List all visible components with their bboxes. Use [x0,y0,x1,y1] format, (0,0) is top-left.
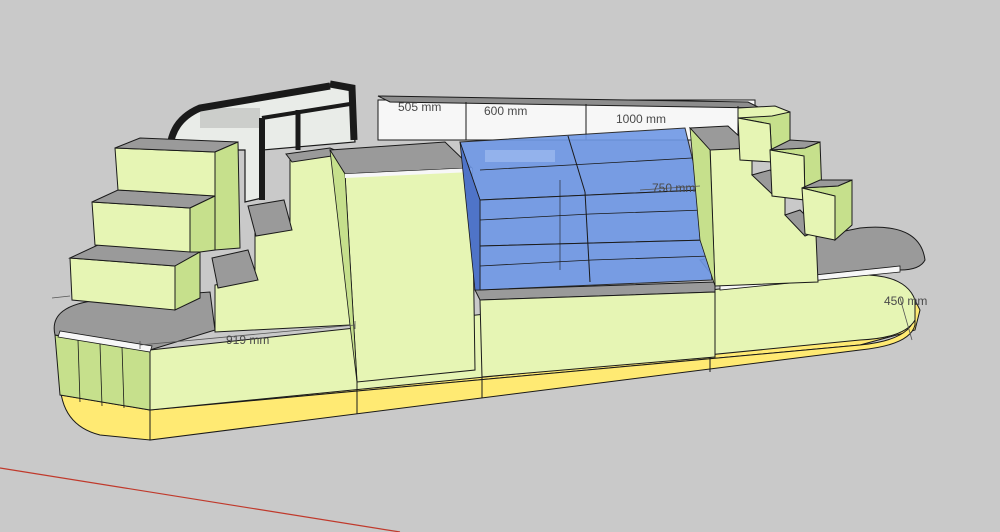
sketchup-viewport[interactable]: 919 mm 450 mm 750 mm 505 mm 600 mm 1000 … [0,0,1000,532]
3d-model-canvas[interactable] [0,0,1000,532]
left-stair-display[interactable] [68,137,241,311]
red-axis-line [0,467,401,532]
glass-display-case[interactable] [459,127,716,301]
